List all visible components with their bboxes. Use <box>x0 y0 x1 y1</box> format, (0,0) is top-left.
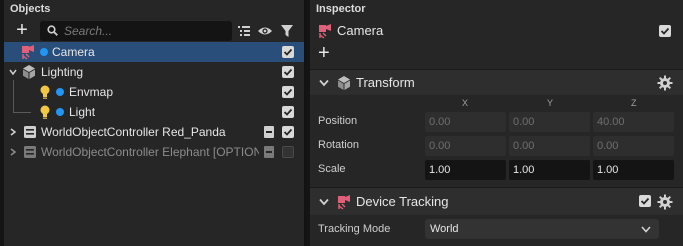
check-icon <box>283 68 293 76</box>
visibility-checkbox[interactable] <box>282 106 294 118</box>
transform-title: Transform <box>356 75 415 90</box>
tree-item-label: WorldObjectController Elephant [OPTION <box>41 145 259 159</box>
tree-item-label: Light <box>69 105 96 119</box>
rotation-label: Rotation <box>318 139 359 151</box>
position-x-field[interactable]: 0.00 <box>425 112 506 132</box>
search-icon <box>47 25 58 36</box>
list-filter-icon[interactable] <box>236 23 252 39</box>
add-component-button[interactable]: + <box>318 43 330 63</box>
tree-guide <box>13 80 14 102</box>
chevron-down-icon[interactable] <box>9 68 17 76</box>
check-icon <box>640 197 650 205</box>
axis-z-label: Z <box>631 98 637 108</box>
axis-x-label: X <box>462 98 469 108</box>
check-icon <box>660 27 670 35</box>
scale-z-field[interactable]: 1.00 <box>593 160 674 180</box>
gear-icon[interactable] <box>657 75 673 91</box>
chevron-down-icon[interactable] <box>319 79 329 87</box>
position-z-field[interactable]: 40.00 <box>593 112 674 132</box>
tracking-mode-value: World <box>430 223 459 235</box>
transform-icon <box>338 76 350 90</box>
tree-item-label: Lighting <box>41 65 84 79</box>
inspector-title: Inspector <box>316 3 366 15</box>
prefab-dot <box>40 48 48 56</box>
objects-panel-title: Objects <box>10 3 51 15</box>
axis-y-label: Y <box>547 98 554 108</box>
script-icon <box>264 126 274 138</box>
device-tracking-enabled-checkbox[interactable] <box>639 195 651 207</box>
visibility-checkbox[interactable] <box>282 66 294 78</box>
tree-guide <box>13 112 31 113</box>
object-enabled-checkbox[interactable] <box>659 25 671 37</box>
object-tree: Camera Lighting Envmap Light WorldObject… <box>4 42 304 162</box>
prefab-dot <box>56 108 64 116</box>
scene-object-icon <box>24 146 36 158</box>
tree-item-lighting[interactable]: Lighting <box>4 62 304 82</box>
tree-item-red-panda[interactable]: WorldObjectController Red_Panda <box>4 122 304 142</box>
tree-item-elephant[interactable]: WorldObjectController Elephant [OPTION <box>4 142 304 162</box>
light-bulb-icon <box>40 85 50 99</box>
objects-toolbar: + <box>4 20 304 42</box>
tree-item-camera[interactable]: Camera <box>4 42 304 62</box>
tracking-mode-select[interactable]: World <box>425 219 659 239</box>
tree-item-light[interactable]: Light <box>4 102 304 122</box>
visibility-checkbox[interactable] <box>282 126 294 138</box>
search-box[interactable] <box>40 21 232 41</box>
scale-y-field[interactable]: 1.00 <box>509 160 590 180</box>
objects-panel: Objects + Camera Lighting <box>4 0 305 246</box>
check-icon <box>283 48 293 56</box>
prefab-dot <box>56 88 64 96</box>
tree-item-label: WorldObjectController Red_Panda <box>41 125 226 139</box>
camera-icon <box>319 24 331 39</box>
rotation-z-field[interactable]: 0.00 <box>593 136 674 156</box>
check-icon <box>283 108 293 116</box>
camera-icon <box>22 45 34 60</box>
panel-divider[interactable] <box>306 0 309 246</box>
visibility-checkbox[interactable] <box>282 146 294 158</box>
visibility-checkbox[interactable] <box>282 86 294 98</box>
tree-item-label: Envmap <box>69 85 114 99</box>
device-tracking-header[interactable]: Device Tracking <box>310 187 683 215</box>
check-icon <box>283 128 293 136</box>
group-icon <box>23 65 35 79</box>
rotation-x-field[interactable]: 0.00 <box>425 136 506 156</box>
transform-header[interactable]: Transform <box>310 69 683 95</box>
scale-label: Scale <box>318 163 346 175</box>
chevron-down-icon[interactable] <box>319 198 329 206</box>
position-y-field[interactable]: 0.00 <box>509 112 590 132</box>
chevron-right-icon[interactable] <box>9 128 17 136</box>
chevron-down-icon <box>641 226 651 233</box>
chevron-right-icon[interactable] <box>9 148 17 156</box>
position-label: Position <box>318 115 358 127</box>
script-icon <box>264 146 274 158</box>
object-name[interactable]: Camera <box>337 23 383 38</box>
visibility-checkbox[interactable] <box>282 46 294 58</box>
scale-x-field[interactable]: 1.00 <box>425 160 506 180</box>
tree-guide <box>13 102 14 112</box>
tracking-mode-label: Tracking Mode <box>318 223 391 235</box>
inspector-object-row: Camera <box>310 20 683 42</box>
eye-icon[interactable] <box>257 23 273 39</box>
scene-object-icon <box>24 126 36 138</box>
tree-item-label: Camera <box>52 45 95 59</box>
gear-icon[interactable] <box>657 194 673 210</box>
device-tracking-title: Device Tracking <box>356 194 449 209</box>
search-input[interactable] <box>64 21 224 41</box>
add-object-button[interactable]: + <box>12 20 32 41</box>
filter-icon[interactable] <box>279 23 295 39</box>
tree-item-envmap[interactable]: Envmap <box>4 80 304 102</box>
inspector-panel: Inspector Camera + Transform X Y Z Posit… <box>310 0 683 246</box>
rotation-y-field[interactable]: 0.00 <box>509 136 590 156</box>
light-bulb-icon <box>40 105 50 119</box>
camera-icon <box>338 195 350 210</box>
check-icon <box>283 88 293 96</box>
